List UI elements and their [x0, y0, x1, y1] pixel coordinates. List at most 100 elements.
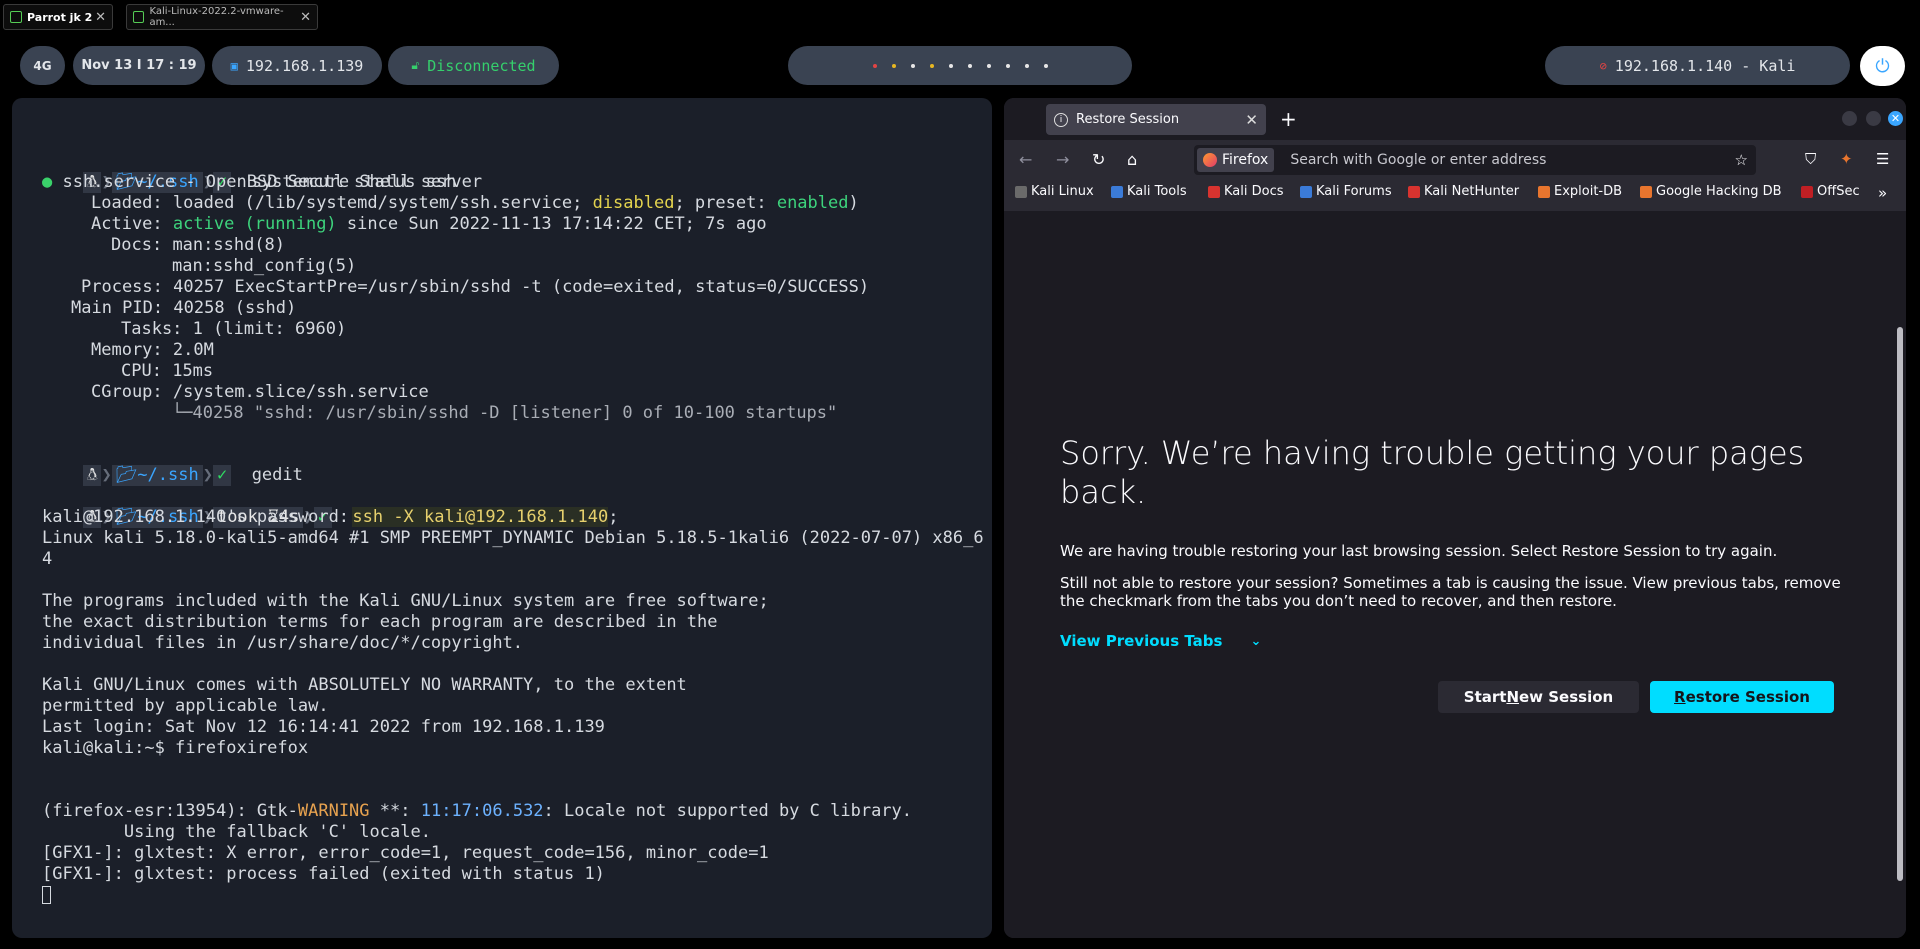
vpn-status-widget[interactable]: 🔓︎ Disconnected	[388, 46, 559, 85]
home-icon[interactable]: ⌂	[1127, 150, 1137, 169]
tab-bar: i Restore Session ✕ + ✕	[1004, 98, 1906, 140]
process-line: Process: 40257 ExecStartPre=/usr/sbin/ss…	[81, 277, 869, 298]
command: gedit	[251, 465, 303, 485]
output-line: kali@kali:~$ firefoxirefox	[42, 738, 309, 758]
workspace-dot[interactable]	[872, 63, 877, 68]
workspace-dot[interactable]	[1043, 63, 1048, 68]
nav-bar: ← → ↻ ⌂ Firefox ☆ ⛉ ✦ ☰	[1004, 140, 1906, 180]
vm-tab-parrot[interactable]: Parrot jk 2 ✕	[3, 4, 113, 30]
text: (firefox-esr:13954): Gtk-	[42, 801, 298, 821]
workspace-label: 4G	[33, 58, 52, 73]
bookmark-item[interactable]: Kali Linux	[1015, 184, 1094, 199]
new-tab-button[interactable]: +	[1280, 107, 1297, 131]
workspace-dot[interactable]	[967, 63, 972, 68]
description: We are having trouble restoring your las…	[1060, 542, 1778, 560]
bookmark-star-icon[interactable]: ☆	[1735, 151, 1748, 169]
scrollbar[interactable]	[1897, 327, 1903, 881]
ghdb-icon	[1640, 185, 1652, 198]
info-icon: i	[1054, 112, 1068, 127]
accesskey: R	[1674, 688, 1686, 706]
terminal-window[interactable]: 🐧︎ ❯ 📂︎~/.ssh ❯ ✓ systemctl status ssh ● ssh…	[12, 98, 992, 938]
workspace-dot[interactable]	[948, 63, 953, 68]
vpn-status: Disconnected	[427, 56, 536, 75]
text: : Locale not supported by C library.	[543, 801, 913, 821]
workspace-dot[interactable]	[929, 63, 934, 68]
bookmark-label: Kali Forums	[1316, 184, 1392, 199]
bookmark-item[interactable]: OffSec	[1801, 184, 1860, 199]
forward-icon[interactable]: →	[1056, 150, 1069, 169]
tab-title: Restore Session	[1076, 112, 1180, 127]
link-label: View Previous Tabs	[1060, 632, 1223, 650]
bookmark-item[interactable]: Kali Tools	[1111, 184, 1187, 199]
value: 2.0M	[172, 340, 214, 360]
tab-restore-session[interactable]: i Restore Session ✕	[1046, 104, 1266, 135]
close-icon[interactable]: ✕	[95, 10, 106, 25]
identity-box[interactable]: Firefox	[1197, 148, 1275, 172]
clock: Nov 13 I 17 : 19	[73, 46, 205, 85]
bookmark-label: Kali Tools	[1127, 184, 1187, 199]
view-previous-tabs-link[interactable]: View Previous Tabs ⌄	[1060, 632, 1261, 650]
maximize-button[interactable]	[1866, 111, 1881, 126]
loaded-line: Loaded: loaded (/lib/systemd/system/ssh.…	[91, 193, 859, 214]
value: since Sun 2022-11-13 17:14:22 CET; 7s ag…	[346, 214, 767, 234]
url-input[interactable]	[1288, 151, 1713, 169]
page-title: Sorry. We’re having trouble getting your…	[1060, 434, 1805, 511]
bookmark-item[interactable]: Kali Docs	[1208, 184, 1284, 199]
target-text: 192.168.1.140 - Kali	[1614, 56, 1796, 75]
close-window-button[interactable]: ✕	[1888, 111, 1903, 126]
value: ; preset:	[674, 193, 767, 213]
firefox-icon	[1203, 153, 1217, 167]
close-tab-icon[interactable]: ✕	[1245, 111, 1258, 129]
start-new-session-button[interactable]: Start New Session	[1438, 681, 1639, 713]
accesskey: N	[1506, 688, 1519, 706]
output-line: individual files in /usr/share/doc/*/cop…	[42, 633, 524, 653]
vm-tab-kali[interactable]: Kali-Linux-2022.2-vmware-am... ✕	[126, 4, 318, 30]
local-ip-widget[interactable]: ▣ 192.168.1.139	[212, 46, 382, 85]
offsec-icon	[1801, 185, 1813, 198]
cpu-line: CPU: 15ms	[121, 361, 213, 382]
bookmark-item[interactable]: Kali Forums	[1300, 184, 1392, 199]
bookmark-item[interactable]: Google Hacking DB	[1640, 184, 1782, 199]
menu-icon[interactable]: ☰	[1876, 150, 1889, 168]
bookmark-item[interactable]: Exploit-DB	[1538, 184, 1622, 199]
workspace-dot[interactable]	[1005, 63, 1010, 68]
memory-line: Memory: 2.0M	[91, 340, 214, 361]
cgroup-child-line: └─40258 "sshd: /usr/sbin/sshd -D [listen…	[172, 403, 838, 423]
url-bar[interactable]: Firefox ☆	[1194, 145, 1756, 175]
description-2: Still not able to restore your session? …	[1060, 574, 1841, 610]
workspace-dot[interactable]	[986, 63, 991, 68]
workspace-dot[interactable]	[910, 63, 915, 68]
bookmarks-toolbar: Kali Linux Kali Tools Kali Docs Kali For…	[1004, 180, 1906, 206]
reload-icon[interactable]: ↻	[1092, 150, 1105, 169]
bookmarks-overflow-icon[interactable]: »	[1878, 184, 1887, 202]
close-icon[interactable]: ✕	[300, 10, 311, 25]
text: **:	[369, 801, 421, 821]
power-button[interactable]: ⏻	[1860, 46, 1905, 86]
prompt: 🐧︎ ❯ 📂︎~/.ssh ❯ ✓	[82, 465, 232, 486]
prompt-line: 🐧︎ ❯ 📂︎~/.ssh ❯ ✓ gedit	[42, 444, 303, 486]
workspace-dots[interactable]	[788, 46, 1132, 85]
workspace-dot[interactable]	[891, 63, 896, 68]
service-line: ● ssh.service - OpenBSD Secure Shell ser…	[42, 172, 482, 193]
pocket-icon[interactable]: ⛉	[1805, 150, 1816, 168]
workspace-indicator[interactable]: 4G	[20, 46, 65, 85]
restore-session-button[interactable]: Restore Session	[1650, 681, 1834, 713]
tasks-line: Tasks: 1 (limit: 6960)	[121, 319, 346, 340]
clock-text: Nov 13 I 17 : 19	[81, 58, 197, 73]
value: 40258 (sshd)	[173, 298, 297, 318]
button-label: Start	[1463, 688, 1507, 706]
target-widget[interactable]: ⊘ 192.168.1.140 - Kali	[1545, 46, 1850, 85]
bookmark-item[interactable]: Kali NetHunter	[1408, 184, 1519, 199]
minimize-button[interactable]	[1842, 111, 1857, 126]
bookmark-label: Google Hacking DB	[1656, 184, 1782, 199]
bookmark-label: Exploit-DB	[1554, 184, 1623, 199]
extension-icon[interactable]: ✦	[1840, 150, 1853, 168]
value-active: active (running)	[172, 214, 337, 234]
monitor-icon: ▣	[230, 58, 238, 73]
forums-icon	[1300, 185, 1312, 198]
gtk-warning-line: (firefox-esr:13954): Gtk-WARNING **: 11:…	[42, 801, 912, 822]
workspace-dot[interactable]	[1024, 63, 1029, 68]
value: man:sshd(8)	[172, 235, 286, 255]
label: Memory:	[91, 340, 163, 360]
back-icon[interactable]: ←	[1019, 150, 1032, 169]
